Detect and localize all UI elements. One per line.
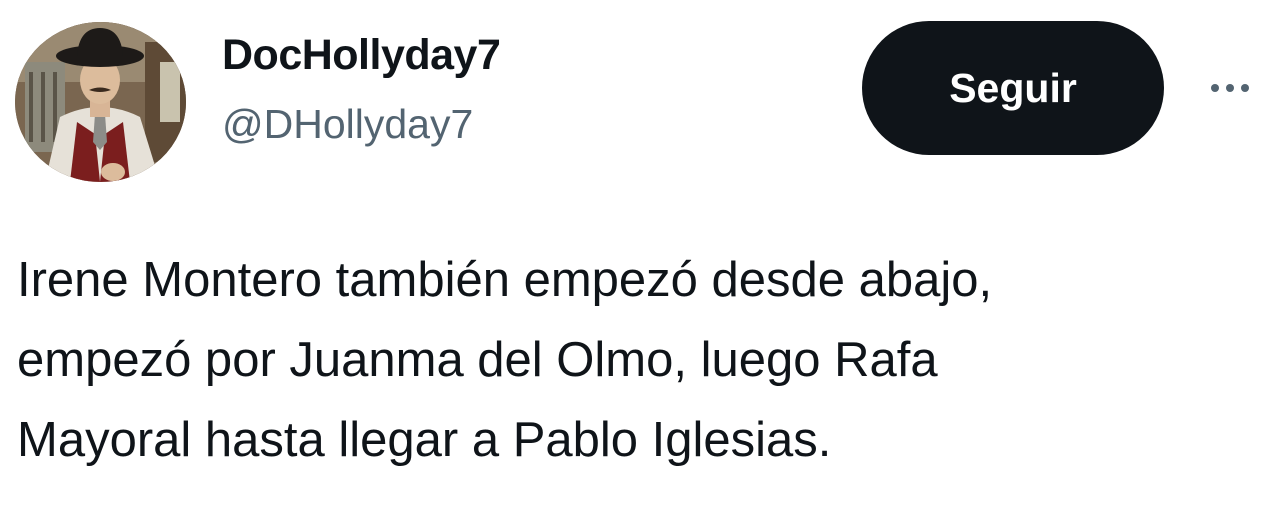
more-dot (1226, 84, 1234, 92)
author-display-name[interactable]: DocHollyday7 (222, 34, 501, 77)
more-dot (1211, 84, 1219, 92)
tweet-text-line: empezó por Juanma del Olmo, luego Rafa (17, 333, 938, 387)
tweet-card: DocHollyday7 @DHollyday7 Seguir Irene Mo… (0, 0, 1280, 522)
more-options-icon[interactable] (1196, 68, 1264, 108)
author-handle[interactable]: @DHollyday7 (222, 104, 473, 145)
avatar[interactable] (15, 22, 186, 182)
more-dot (1241, 84, 1249, 92)
tweet-text-line: Irene Montero también empezó desde abajo… (17, 253, 993, 307)
profile-photo-icon (15, 22, 186, 182)
tweet-text: Irene Montero también empezó desde abajo… (17, 240, 1267, 480)
follow-button[interactable]: Seguir (862, 21, 1164, 155)
tweet-text-line: Mayoral hasta llegar a Pablo Iglesias. (17, 413, 832, 467)
